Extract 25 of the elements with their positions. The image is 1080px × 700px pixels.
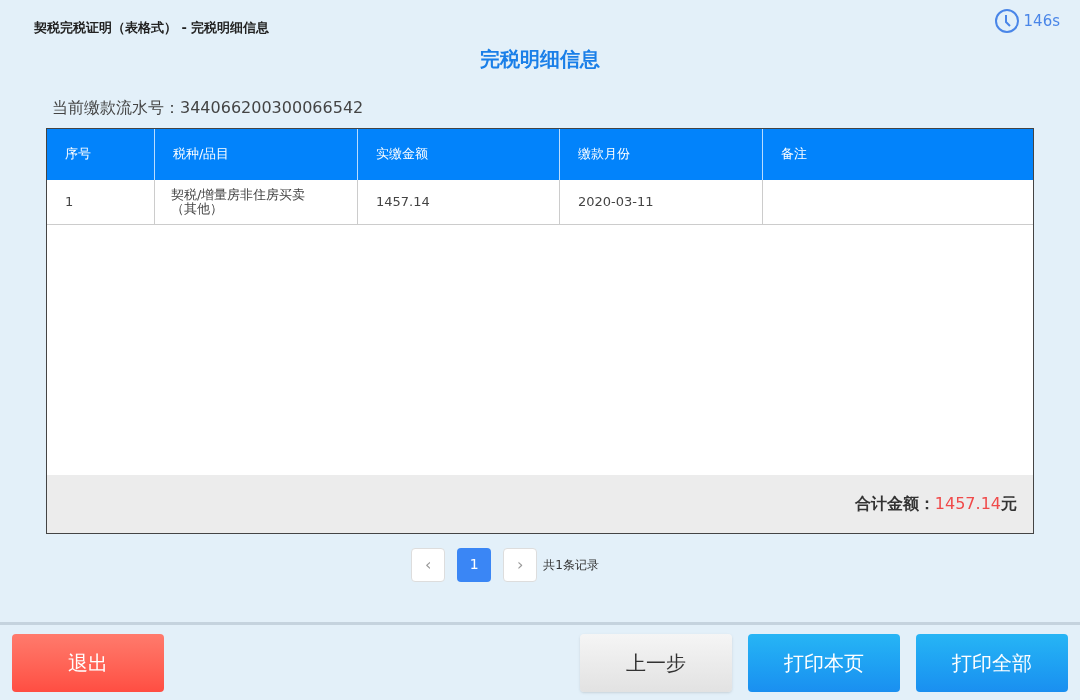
page-button[interactable]: 1 — [457, 547, 492, 582]
column-header: 备注 — [780, 145, 808, 164]
clock-icon — [993, 8, 1020, 34]
table-cell: 2020-03-11 — [560, 179, 763, 224]
exit-button[interactable]: 退出 — [12, 633, 164, 692]
print-button[interactable]: 打印全部 — [916, 633, 1068, 692]
back-button[interactable]: 上一步 — [580, 633, 732, 692]
total-label: 合计金额： — [854, 492, 935, 515]
next-page-button[interactable]: › — [503, 547, 538, 582]
record-count: 共1条记录 — [543, 556, 599, 574]
table-cell: 1 — [47, 179, 155, 224]
column-header: 序号 — [47, 128, 155, 180]
table-cell: 契税/增量房非住房买卖（其他） — [155, 179, 358, 224]
column-header: 实缴金额 — [358, 128, 560, 180]
currency-unit: 元 — [1001, 492, 1017, 515]
print-button[interactable]: 打印本页 — [748, 633, 900, 692]
serial-number: 当前缴款流水号：344066200300066542 — [52, 96, 364, 119]
total-amount: 1457.14 — [934, 492, 1001, 515]
breadcrumb: 契税完税证明（表格式） - 完税明细信息 — [34, 19, 270, 37]
table-cell: 1457.14 — [358, 179, 560, 224]
page-title: 完税明细信息 — [480, 45, 600, 73]
column-header: 税种/品目 — [155, 128, 358, 180]
previous-page-button[interactable]: ‹ — [411, 547, 446, 582]
countdown-timer: 146s — [1023, 10, 1060, 32]
column-header: 缴款月份 — [560, 128, 763, 180]
